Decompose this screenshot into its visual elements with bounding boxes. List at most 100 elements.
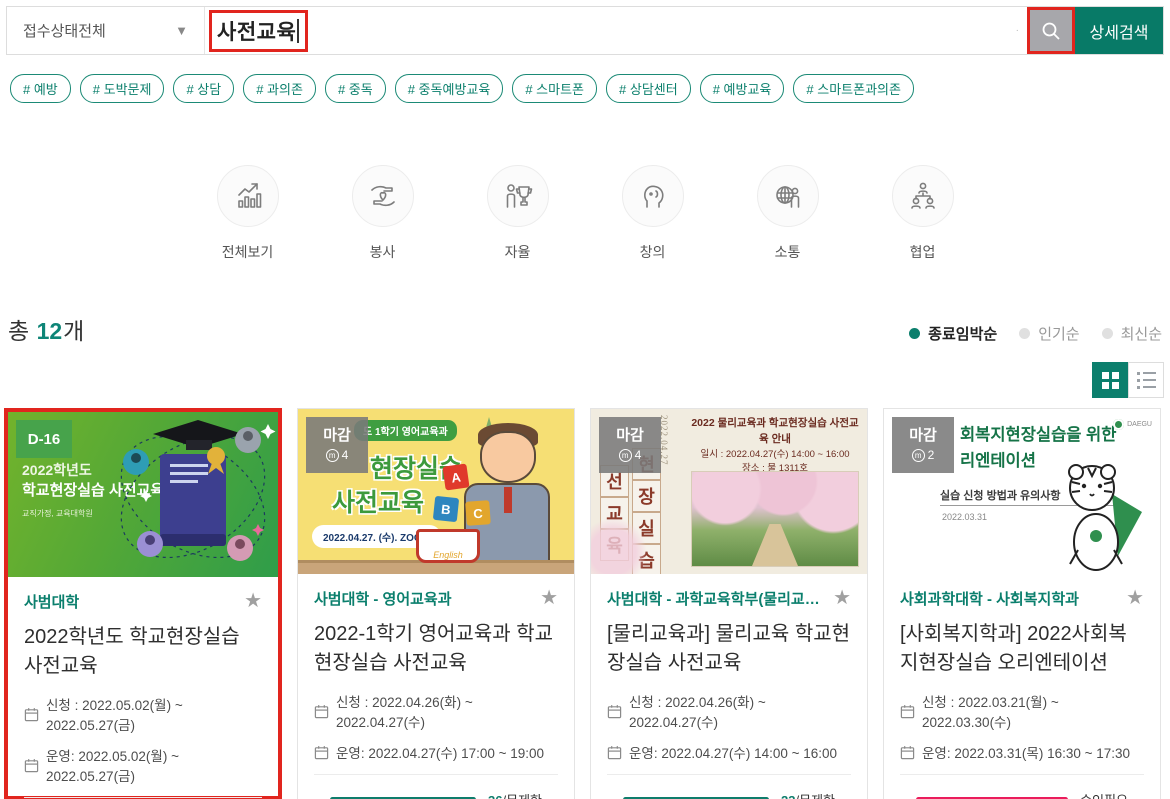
- category-autonomy[interactable]: 자율: [487, 165, 549, 262]
- course-title: 2022학년도 학교현장실습 사전교육: [24, 623, 262, 683]
- closed-badge: 마감 m4: [599, 417, 661, 473]
- tag-jungdok[interactable]: # 중독: [325, 74, 386, 103]
- enroll-number: 23: [781, 793, 795, 799]
- m-circle-icon: m: [326, 449, 339, 462]
- course-title: 2022-1학기 영어교육과 학교현장실습 사전교육: [314, 620, 558, 680]
- search-button[interactable]: [1030, 10, 1072, 51]
- course-card-1[interactable]: D-16 2022학년도 학교현장실습 사전교육 교직가정, 교육대학원: [4, 408, 282, 799]
- english-book-illustration: English: [416, 529, 480, 563]
- closed-count: 4: [342, 448, 349, 462]
- category-communication[interactable]: 소통: [757, 165, 819, 262]
- chevron-down-icon: ▼: [175, 23, 188, 38]
- operate-period-text: 운영: 2022.05.02(월) ~ 2022.05.27(금): [46, 745, 262, 785]
- graduation-book-illustration: [98, 412, 278, 577]
- course-search-page: 접수상태전체 ▼ 사전교육 · 상세검색 # 예방 # 도박문제 # 상담 # …: [0, 6, 1170, 799]
- enroll-count: 36/무제한: [488, 790, 542, 799]
- favorite-star-icon[interactable]: ★: [833, 588, 851, 608]
- m-circle-icon: m: [619, 449, 632, 462]
- grid-view-button[interactable]: [1092, 362, 1128, 398]
- thumb-text: 사전교육: [332, 483, 424, 519]
- category-creativity[interactable]: 창의: [622, 165, 684, 262]
- list-view-button[interactable]: [1128, 362, 1164, 398]
- calendar-icon: [900, 745, 915, 760]
- tag-yebang[interactable]: # 예방: [10, 74, 71, 103]
- apply-period-text: 신청 : 2022.05.02(월) ~ 2022.05.27(금): [46, 694, 262, 734]
- course-info: 사범대학 ★ 2022학년도 학교현장실습 사전교육 신청 : 2022.05.…: [8, 577, 278, 799]
- sort-ending-soon[interactable]: 종료임박순: [909, 323, 997, 344]
- course-card-4[interactable]: 마감 m2 회복지현장실습을 위한 리엔테이션 DAEGU 실습 신청 방법과 …: [883, 408, 1161, 799]
- category-label: 소통: [775, 242, 801, 262]
- tag-smartphone[interactable]: # 스마트폰: [512, 74, 597, 103]
- course-title: [사회복지학과] 2022사회복지현장실습 오리엔테이션: [900, 620, 1144, 680]
- abc-block: B: [433, 496, 459, 522]
- status-filter-dropdown[interactable]: 접수상태전체 ▼: [7, 7, 205, 54]
- dday-badge: D-16: [16, 420, 72, 458]
- list-view-icon: [1137, 372, 1156, 389]
- sort-options: 종료임박순 인기순 최신순: [909, 323, 1162, 346]
- apply-period: 신청 : 2022.05.02(월) ~ 2022.05.27(금): [24, 694, 262, 734]
- course-info: 사회과학대학 - 사회복지학과 ★ [사회복지학과] 2022사회복지현장실습 …: [884, 574, 1160, 799]
- closed-count: 4: [635, 448, 642, 462]
- calendar-icon: [24, 758, 39, 773]
- category-menu: 전체보기 봉사 자율: [0, 165, 1170, 262]
- operate-period-text: 운영: 2022.04.27(수) 14:00 ~ 16:00: [629, 742, 837, 762]
- sort-newest[interactable]: 최신순: [1102, 323, 1162, 344]
- course-card-2[interactable]: 마감 m4 도 1학기 영어교육과 현장실습 사전교육 2022.04.27. …: [297, 408, 575, 799]
- course-card-grid: D-16 2022학년도 학교현장실습 사전교육 교직가정, 교육대학원: [4, 408, 1166, 799]
- course-thumbnail: 마감 m2 회복지현장실습을 위한 리엔테이션 DAEGU 실습 신청 방법과 …: [884, 409, 1160, 574]
- tag-yebang-gyoyuk[interactable]: # 예방교육: [700, 74, 785, 103]
- category-volunteer[interactable]: 봉사: [352, 165, 414, 262]
- search-input[interactable]: 사전교육: [205, 7, 1016, 54]
- tag-dobak[interactable]: # 도박문제: [80, 74, 165, 103]
- sort-popularity[interactable]: 인기순: [1019, 323, 1079, 344]
- course-card-3[interactable]: 마감 m4 2022.04.27 선 교 육 현 장 실 습 2022 물리교육…: [590, 408, 868, 799]
- search-bar: 접수상태전체 ▼ 사전교육 · 상세검색: [6, 6, 1164, 55]
- enroll-count: 23/무제한: [781, 790, 835, 799]
- sort-label: 인기순: [1038, 323, 1079, 344]
- operate-period: 운영: 2022.05.02(월) ~ 2022.05.27(금): [24, 745, 262, 785]
- enroll-number: 36: [488, 793, 502, 799]
- radio-dot-icon: [909, 328, 920, 339]
- category-label: 창의: [640, 242, 666, 262]
- favorite-star-icon[interactable]: ★: [244, 591, 262, 611]
- total-number: 12: [37, 318, 63, 344]
- calendar-icon: [607, 704, 622, 719]
- tag-gwauijon[interactable]: # 과의존: [243, 74, 316, 103]
- apply-period-text: 신청 : 2022.03.21(월) ~ 2022.03.30(수): [922, 691, 1144, 731]
- favorite-star-icon[interactable]: ★: [1126, 588, 1144, 608]
- favorite-star-icon[interactable]: ★: [540, 588, 558, 608]
- total-prefix: 총: [8, 318, 29, 344]
- advanced-search-button[interactable]: 상세검색: [1075, 7, 1163, 54]
- closed-badge: 마감 m2: [892, 417, 954, 473]
- operate-period: 운영: 2022.04.27(수) 14:00 ~ 16:00: [607, 742, 851, 762]
- search-query-text: 사전교육: [217, 16, 296, 46]
- total-count: 총 12개: [8, 312, 84, 346]
- search-button-annotation: [1027, 7, 1075, 54]
- status-filter-value: 접수상태전체: [23, 20, 106, 41]
- tag-smartphone-gwauijon[interactable]: # 스마트폰과의존: [793, 74, 914, 103]
- enrollment-progress: 23/무제한: [607, 774, 851, 799]
- closed-label: 마감: [306, 424, 368, 445]
- tag-jungdok-yebang[interactable]: # 중독예방교육: [395, 74, 504, 103]
- course-thumbnail: D-16 2022학년도 학교현장실습 사전교육 교직가정, 교육대학원: [8, 412, 278, 577]
- total-suffix: 개: [63, 318, 84, 344]
- apply-period-text: 신청 : 2022.04.26(화) ~ 2022.04.27(수): [629, 691, 851, 731]
- tag-sangdam[interactable]: # 상담: [173, 74, 234, 103]
- course-title: [물리교육과] 물리교육 학교현장실습 사전교육: [607, 620, 851, 680]
- tag-sangdam-center[interactable]: # 상담센터: [606, 74, 691, 103]
- calendar-icon: [314, 745, 329, 760]
- abc-block: A: [442, 463, 469, 490]
- category-collaboration[interactable]: 협업: [892, 165, 954, 262]
- thumb-date: 2022.03.31: [942, 512, 987, 522]
- cherry-blossom-photo: [691, 471, 859, 567]
- grid-view-icon: [1102, 372, 1119, 389]
- category-all[interactable]: 전체보기: [217, 165, 279, 262]
- operate-period-text: 운영: 2022.04.27(수) 17:00 ~ 19:00: [336, 742, 544, 762]
- search-query-annotation: 사전교육: [209, 10, 308, 52]
- enrollment-progress: 승인필요: [900, 774, 1144, 799]
- enrollment-progress: 36/무제한: [314, 774, 558, 799]
- chart-growth-icon: [217, 165, 279, 227]
- operate-period: 운영: 2022.03.31(목) 16:30 ~ 17:30: [900, 742, 1144, 762]
- sort-label: 최신순: [1121, 323, 1162, 344]
- course-org: 사범대학 - 영어교육과: [314, 588, 452, 609]
